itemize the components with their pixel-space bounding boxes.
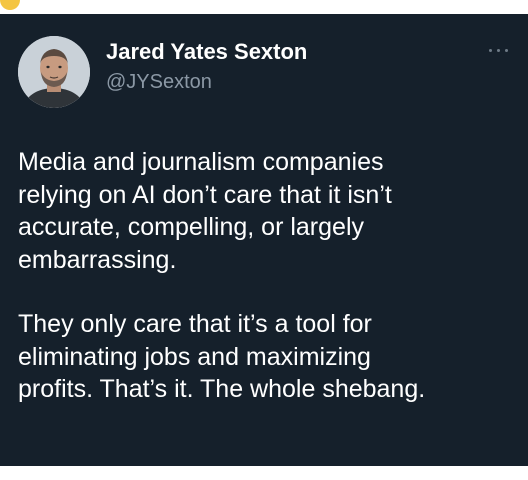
tweet-line: accurate, compelling, or largely: [18, 213, 364, 241]
tweet-card: Jared Yates Sexton @JYSexton Media and j…: [0, 14, 528, 466]
tweet-paragraph: They only care that it’s a tool for elim…: [18, 308, 518, 406]
more-options-button[interactable]: [484, 40, 514, 60]
emoji-icon: [0, 0, 20, 10]
tweet-line: They only care that it’s a tool for: [18, 310, 372, 338]
display-name[interactable]: Jared Yates Sexton: [106, 38, 307, 66]
avatar[interactable]: [18, 36, 90, 108]
top-strip: [0, 0, 528, 14]
tweet-text: Media and journalism companies relying o…: [18, 146, 518, 406]
tweet-line: embarrassing.: [18, 245, 177, 274]
profile-photo-icon: [18, 36, 90, 108]
tweet-line: relying on AI don’t care that it isn’t: [18, 180, 392, 209]
bottom-strip: [0, 466, 528, 480]
tweet-paragraph: Media and journalism companies relying o…: [18, 146, 518, 276]
tweet-line: eliminating jobs and maximizing: [18, 342, 371, 371]
tweet-line: profits. That’s it. The whole shebang.: [18, 375, 426, 403]
tweet-line: Media and journalism companies: [18, 148, 384, 176]
user-handle[interactable]: @JYSexton: [106, 69, 212, 95]
